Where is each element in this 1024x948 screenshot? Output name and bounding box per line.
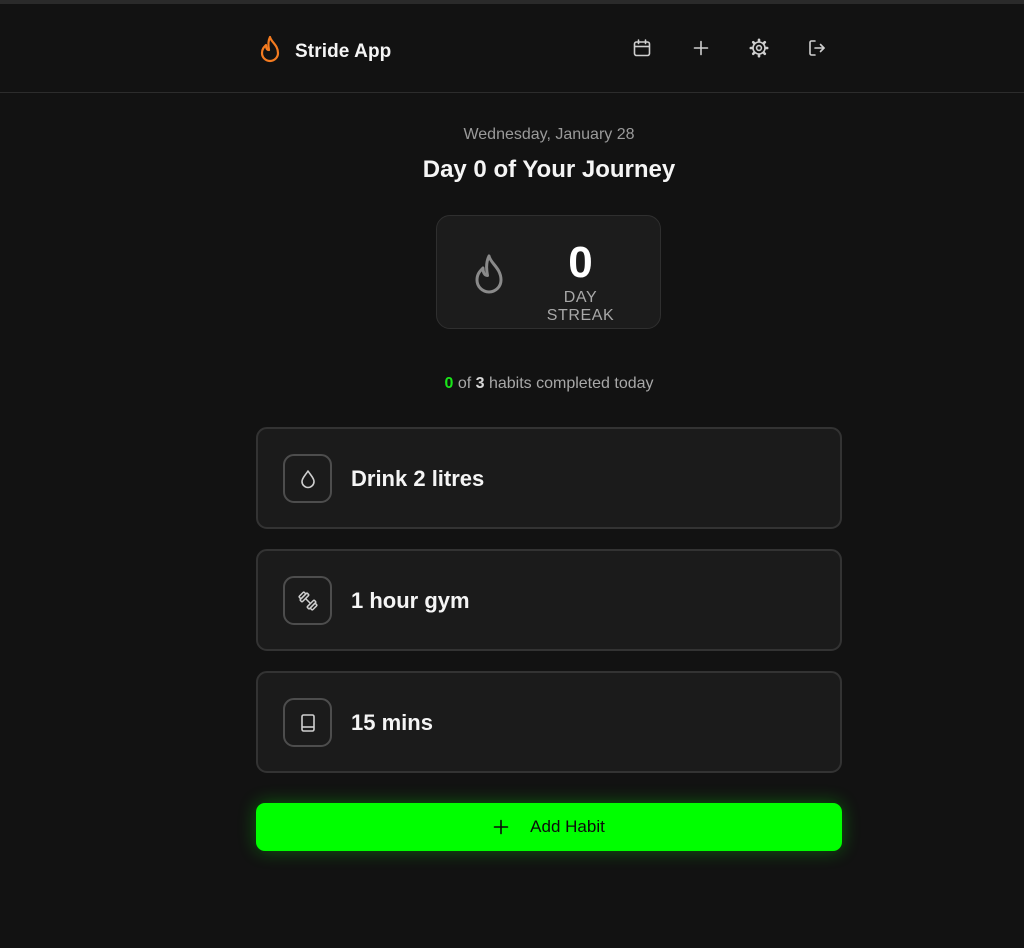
- habit-item-reading[interactable]: 15 mins: [256, 671, 842, 773]
- add-habit-button[interactable]: Add Habit: [256, 803, 842, 851]
- habit-icon-box: [283, 576, 332, 625]
- streak-label: DAY STREAK: [546, 289, 615, 324]
- logout-button[interactable]: [805, 36, 829, 60]
- habit-icon-box: [283, 698, 332, 747]
- logout-icon: [809, 40, 825, 56]
- book-icon: [300, 713, 315, 732]
- habit-item-drink[interactable]: Drink 2 litres: [256, 427, 842, 529]
- droplet-icon: [300, 469, 315, 488]
- streak-flame-icon: [471, 251, 507, 302]
- plus-icon: [693, 40, 709, 56]
- dumbbell-icon: [297, 590, 318, 611]
- habit-item-gym[interactable]: 1 hour gym: [256, 549, 842, 651]
- habit-name: Drink 2 litres: [351, 466, 485, 491]
- add-habit-label: Add Habit: [530, 817, 605, 836]
- progress-suffix: habits completed today: [484, 375, 654, 392]
- habit-icon-box: [283, 454, 332, 503]
- app-header: Stride App: [0, 4, 1024, 93]
- habit-name: 1 hour gym: [351, 588, 470, 613]
- gear-icon: [749, 38, 769, 58]
- calendar-icon: [633, 39, 651, 57]
- progress-of: of: [453, 375, 476, 392]
- brand[interactable]: Stride App: [258, 34, 391, 69]
- habits-progress: 0 of 3 habits completed today: [0, 375, 1024, 393]
- habit-name: 15 mins: [351, 710, 433, 735]
- plus-icon: [493, 819, 509, 835]
- current-date: Wednesday, January 28: [463, 126, 635, 143]
- total-count: 3: [475, 375, 485, 392]
- app-title: Stride App: [295, 40, 392, 62]
- journey-title: Day 0 of Your Journey: [422, 156, 676, 183]
- calendar-button[interactable]: [630, 36, 654, 60]
- streak-card: 0 DAY STREAK: [436, 215, 661, 329]
- flame-icon: [258, 34, 282, 69]
- streak-count: 0: [568, 238, 593, 287]
- settings-button[interactable]: [747, 36, 771, 60]
- add-button[interactable]: [689, 36, 713, 60]
